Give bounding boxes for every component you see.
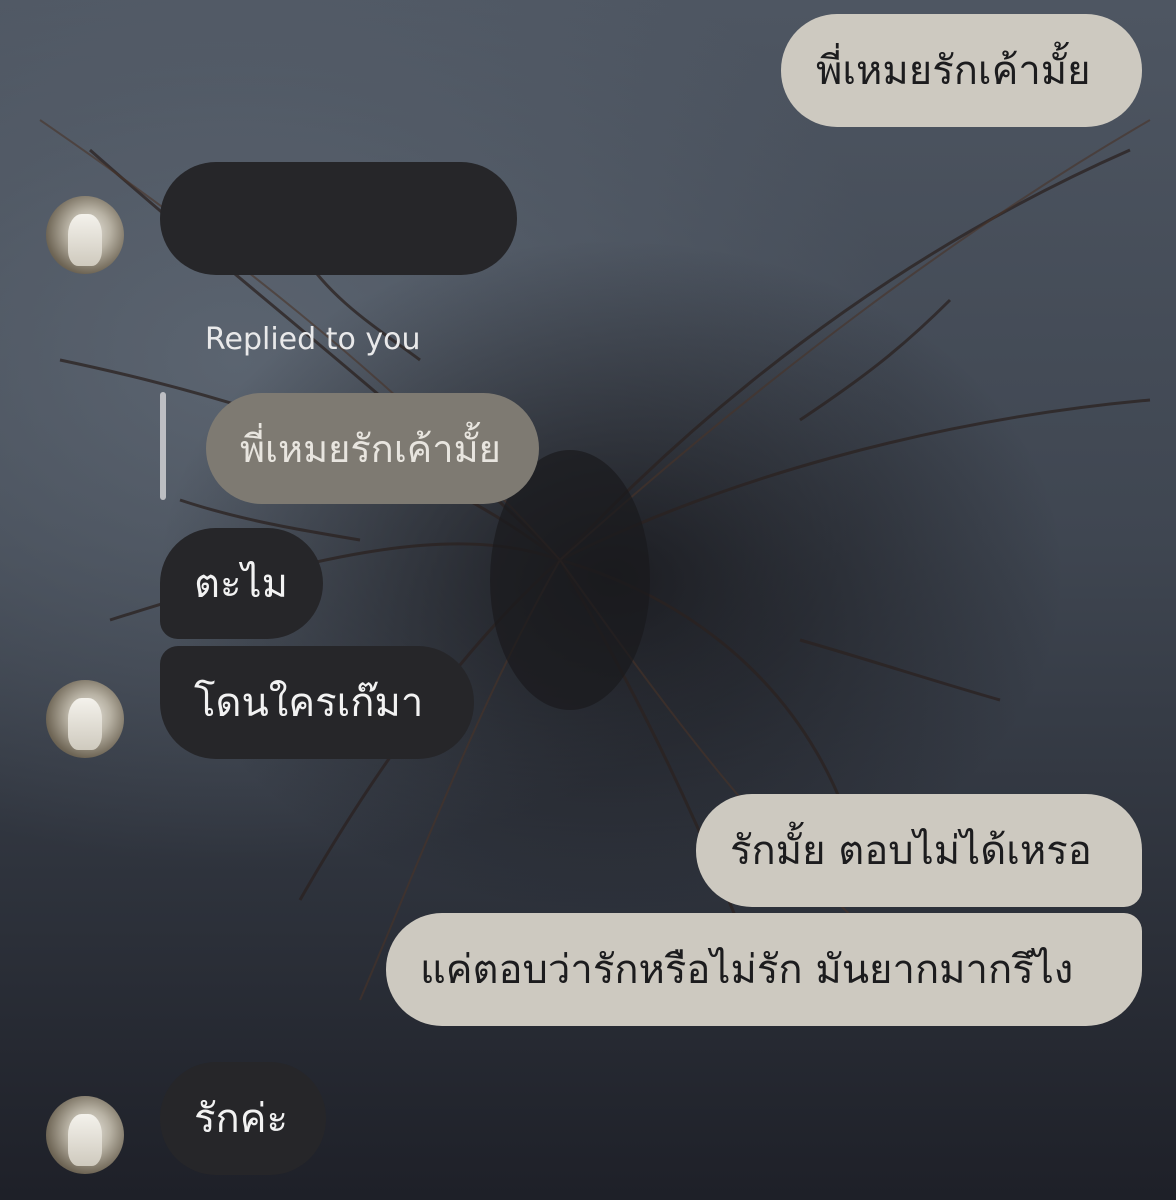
incoming-message-bubble[interactable]: โดนใครเก๊มา bbox=[160, 646, 474, 759]
incoming-message-bubble[interactable]: ตะไม bbox=[160, 528, 323, 639]
reply-indicator-bar bbox=[160, 392, 166, 500]
avatar-figure bbox=[68, 698, 102, 750]
quoted-message-bubble[interactable]: พี่เหมยรักเค้ามั้ย bbox=[206, 393, 539, 504]
quoted-message-text: พี่เหมยรักเค้ามั้ย bbox=[240, 426, 501, 471]
avatar-figure bbox=[68, 214, 102, 266]
contact-avatar[interactable] bbox=[46, 680, 124, 758]
message-text: รักมั้ย ตอบไม่ได้เหรอ bbox=[730, 827, 1092, 874]
incoming-message-bubble[interactable]: รักค่ะ bbox=[160, 1062, 326, 1175]
message-text: โดนใครเก๊มา bbox=[194, 679, 424, 726]
message-text: ตะไม bbox=[194, 560, 288, 607]
outgoing-message-bubble[interactable]: พี่เหมยรักเค้ามั้ย bbox=[781, 14, 1142, 127]
outgoing-message-bubble[interactable]: แค่ตอบว่ารักหรือไม่รัก มันยากมากรึไง bbox=[386, 913, 1142, 1026]
contact-avatar[interactable] bbox=[46, 1096, 124, 1174]
replied-to-you-label: Replied to you bbox=[205, 322, 421, 357]
message-text: รักค่ะ bbox=[194, 1095, 288, 1142]
message-text: แค่ตอบว่ารักหรือไม่รัก มันยากมากรึไง bbox=[420, 946, 1074, 993]
redacted-message-bubble[interactable] bbox=[160, 162, 517, 275]
message-text: พี่เหมยรักเค้ามั้ย bbox=[816, 47, 1091, 94]
avatar-figure bbox=[68, 1114, 102, 1166]
outgoing-message-bubble[interactable]: รักมั้ย ตอบไม่ได้เหรอ bbox=[696, 794, 1142, 907]
contact-avatar[interactable] bbox=[46, 196, 124, 274]
